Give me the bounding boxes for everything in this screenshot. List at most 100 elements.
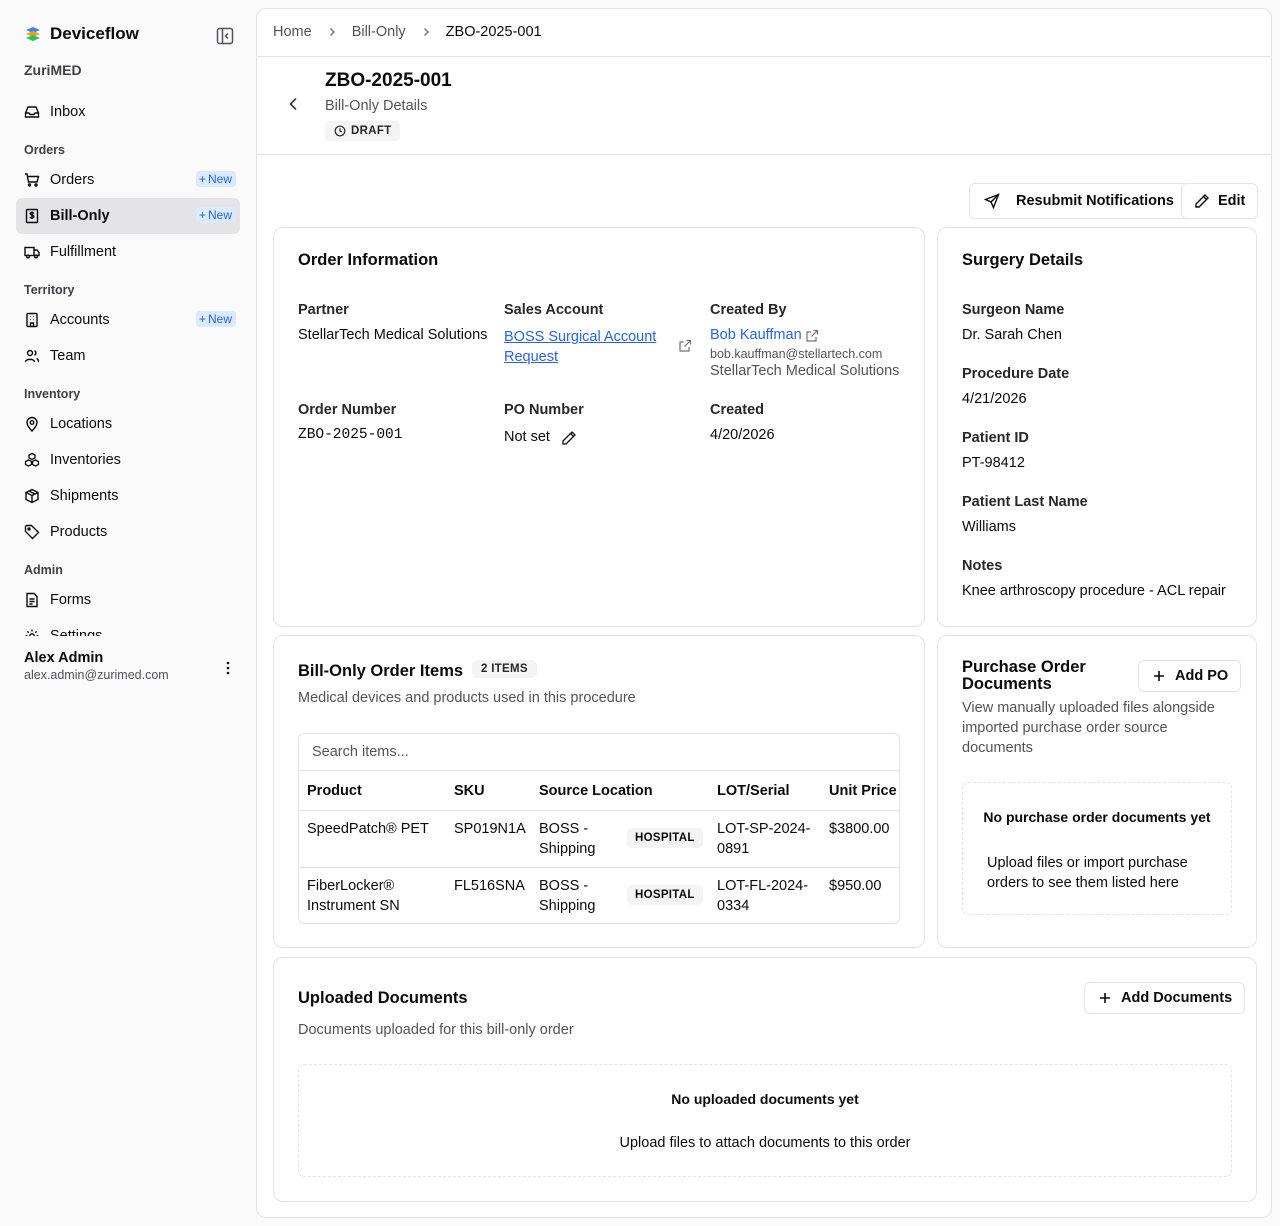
card-title: Uploaded Documents — [298, 989, 468, 1007]
created-label: Created — [710, 402, 764, 418]
breadcrumb-bill-only[interactable]: Bill-Only — [352, 24, 406, 40]
brand[interactable]: Deviceflow — [24, 24, 139, 44]
sidebar: Deviceflow ZuriMED Inbox Orders Orders +… — [0, 0, 256, 1226]
sidebar-item-label: Team — [50, 348, 86, 364]
created-by-link[interactable]: Bob Kauffman — [710, 327, 802, 343]
price-cell: $3800.00 — [829, 821, 890, 837]
resubmit-notifications-button[interactable]: Resubmit Notifications — [969, 183, 1189, 219]
app-name: Deviceflow — [50, 24, 139, 43]
sidebar-item-forms[interactable]: Forms — [16, 582, 240, 618]
sidebar-item-label: Forms — [50, 592, 92, 608]
main-panel: Home Bill-Only ZBO-2025-001 ZBO-2025-001… — [256, 8, 1272, 1218]
uploaded-description: Documents uploaded for this bill-only or… — [298, 1022, 574, 1038]
card-title: Bill-Only Order Items — [298, 662, 464, 680]
table-row[interactable]: SpeedPatch® PET SP019N1A BOSS - Shipping … — [299, 810, 899, 867]
add-po-label: Add PO — [1175, 668, 1229, 684]
chevron-right-icon — [423, 28, 429, 36]
empty-state-title: No uploaded documents yet — [671, 1091, 859, 1107]
pencil-icon[interactable] — [561, 430, 577, 446]
status-text: DRAFT — [351, 125, 392, 137]
nav-group-inventory: Inventory — [24, 387, 81, 401]
more-vertical-icon[interactable] — [220, 660, 236, 676]
sidebar-item-settings[interactable]: Settings — [16, 618, 240, 636]
map-pin-icon — [26, 416, 38, 432]
user-name: Alex Admin — [24, 650, 104, 666]
location-type-badge: HOSPITAL — [627, 828, 703, 848]
column-header-sku[interactable]: SKU — [454, 781, 485, 801]
plus-icon — [1154, 671, 1164, 681]
external-link-icon[interactable] — [805, 329, 819, 343]
source-name: BOSS - — [539, 821, 589, 837]
purchase-order-documents-card: Purchase Order Documents Add PO View man… — [937, 635, 1257, 948]
add-po-button[interactable]: Add PO — [1138, 660, 1242, 692]
boxes-icon — [24, 452, 40, 467]
sales-account-line: BOSS Surgical Account — [504, 329, 657, 345]
sidebar-item-accounts[interactable]: Accounts + New — [16, 302, 240, 338]
new-label: New — [207, 208, 232, 222]
external-link-icon[interactable] — [678, 339, 692, 353]
sidebar-item-label: Orders — [50, 172, 95, 188]
items-count-badge: 2 ITEMS — [472, 660, 537, 678]
pencil-icon — [1195, 194, 1209, 208]
location-type-badge: HOSPITAL — [627, 885, 703, 905]
new-bill-only-badge[interactable]: + New — [195, 207, 236, 223]
sales-account-link[interactable]: BOSS Surgical Account Request — [504, 327, 656, 367]
users-icon — [24, 349, 40, 363]
clock-icon — [334, 125, 346, 137]
breadcrumb-home[interactable]: Home — [273, 24, 312, 40]
created-by-email: bob.kauffman@stellartech.com — [710, 347, 883, 361]
organization-name: ZuriMED — [24, 62, 82, 78]
page-title: ZBO-2025-001 — [325, 70, 452, 91]
created-by-org: StellarTech Medical Solutions — [710, 363, 900, 379]
sidebar-item-label: Inbox — [50, 104, 86, 120]
sidebar-item-shipments[interactable]: Shipments — [16, 478, 240, 514]
uploaded-documents-card: Uploaded Documents Add Documents Documen… — [273, 957, 1257, 1202]
column-header-lot[interactable]: LOT/Serial — [717, 781, 790, 801]
sidebar-item-fulfillment[interactable]: Fulfillment — [16, 234, 240, 270]
patient-id-value: PT-98412 — [962, 455, 1025, 471]
divider — [257, 154, 1271, 155]
description-line: orders to see them listed here — [987, 875, 1179, 891]
po-number-label: PO Number — [504, 402, 584, 418]
column-header-source[interactable]: Source Location — [539, 781, 653, 801]
back-arrow-icon[interactable] — [285, 95, 303, 113]
items-table: Product SKU Source Location LOT/Serial U… — [298, 770, 900, 924]
user-profile[interactable]: Alex Admin alex.admin@zurimed.com — [24, 650, 240, 682]
sidebar-item-products[interactable]: Products — [16, 514, 240, 550]
add-documents-label: Add Documents — [1121, 990, 1233, 1006]
new-account-badge[interactable]: + New — [195, 311, 236, 327]
new-label: New — [207, 312, 232, 326]
deviceflow-logo-icon — [26, 27, 40, 41]
edit-button[interactable]: Edit — [1181, 183, 1259, 219]
column-header-price[interactable]: Unit Price — [829, 781, 897, 801]
sidebar-item-bill-only[interactable]: Bill-Only + New — [16, 198, 240, 234]
sidebar-item-inventories[interactable]: Inventories — [16, 442, 240, 478]
partner-label: Partner — [298, 302, 349, 318]
order-items-card: Bill-Only Order Items 2 ITEMS Medical de… — [273, 635, 925, 948]
procedure-date-value: 4/21/2026 — [962, 391, 1027, 407]
add-documents-button[interactable]: Add Documents — [1084, 982, 1246, 1014]
description-line: View manually uploaded files alongside — [962, 700, 1215, 716]
sidebar-item-locations[interactable]: Locations — [16, 406, 240, 442]
empty-state-description: Upload files to attach documents to this… — [619, 1135, 911, 1151]
surgery-details-card: Surgery Details Surgeon Name Dr. Sarah C… — [937, 227, 1257, 627]
patient-id-label: Patient ID — [962, 430, 1029, 446]
sidebar-item-label: Products — [50, 524, 108, 540]
card-title-line: Purchase Order — [962, 658, 1086, 676]
sidebar-item-label: Bill-Only — [50, 208, 110, 224]
gear-icon — [25, 629, 39, 636]
inbox-icon — [24, 106, 40, 118]
sidebar-item-orders[interactable]: Orders + New — [16, 162, 240, 198]
sidebar-item-label: Fulfillment — [50, 244, 117, 260]
sales-account-line: Request — [504, 349, 559, 365]
sidebar-item-team[interactable]: Team — [16, 338, 240, 374]
description-line: Upload files or import purchase — [987, 855, 1188, 871]
sidebar-item-inbox[interactable]: Inbox — [16, 94, 240, 130]
search-items-input[interactable] — [298, 733, 900, 771]
truck-icon — [24, 246, 40, 259]
table-row[interactable]: FiberLocker® Instrument SN FL516SNA BOSS … — [299, 867, 899, 923]
column-header-product[interactable]: Product — [307, 781, 362, 801]
sidebar-toggle-icon[interactable] — [216, 27, 234, 45]
new-order-badge[interactable]: + New — [195, 171, 236, 187]
card-title: Surgery Details — [962, 251, 1084, 269]
